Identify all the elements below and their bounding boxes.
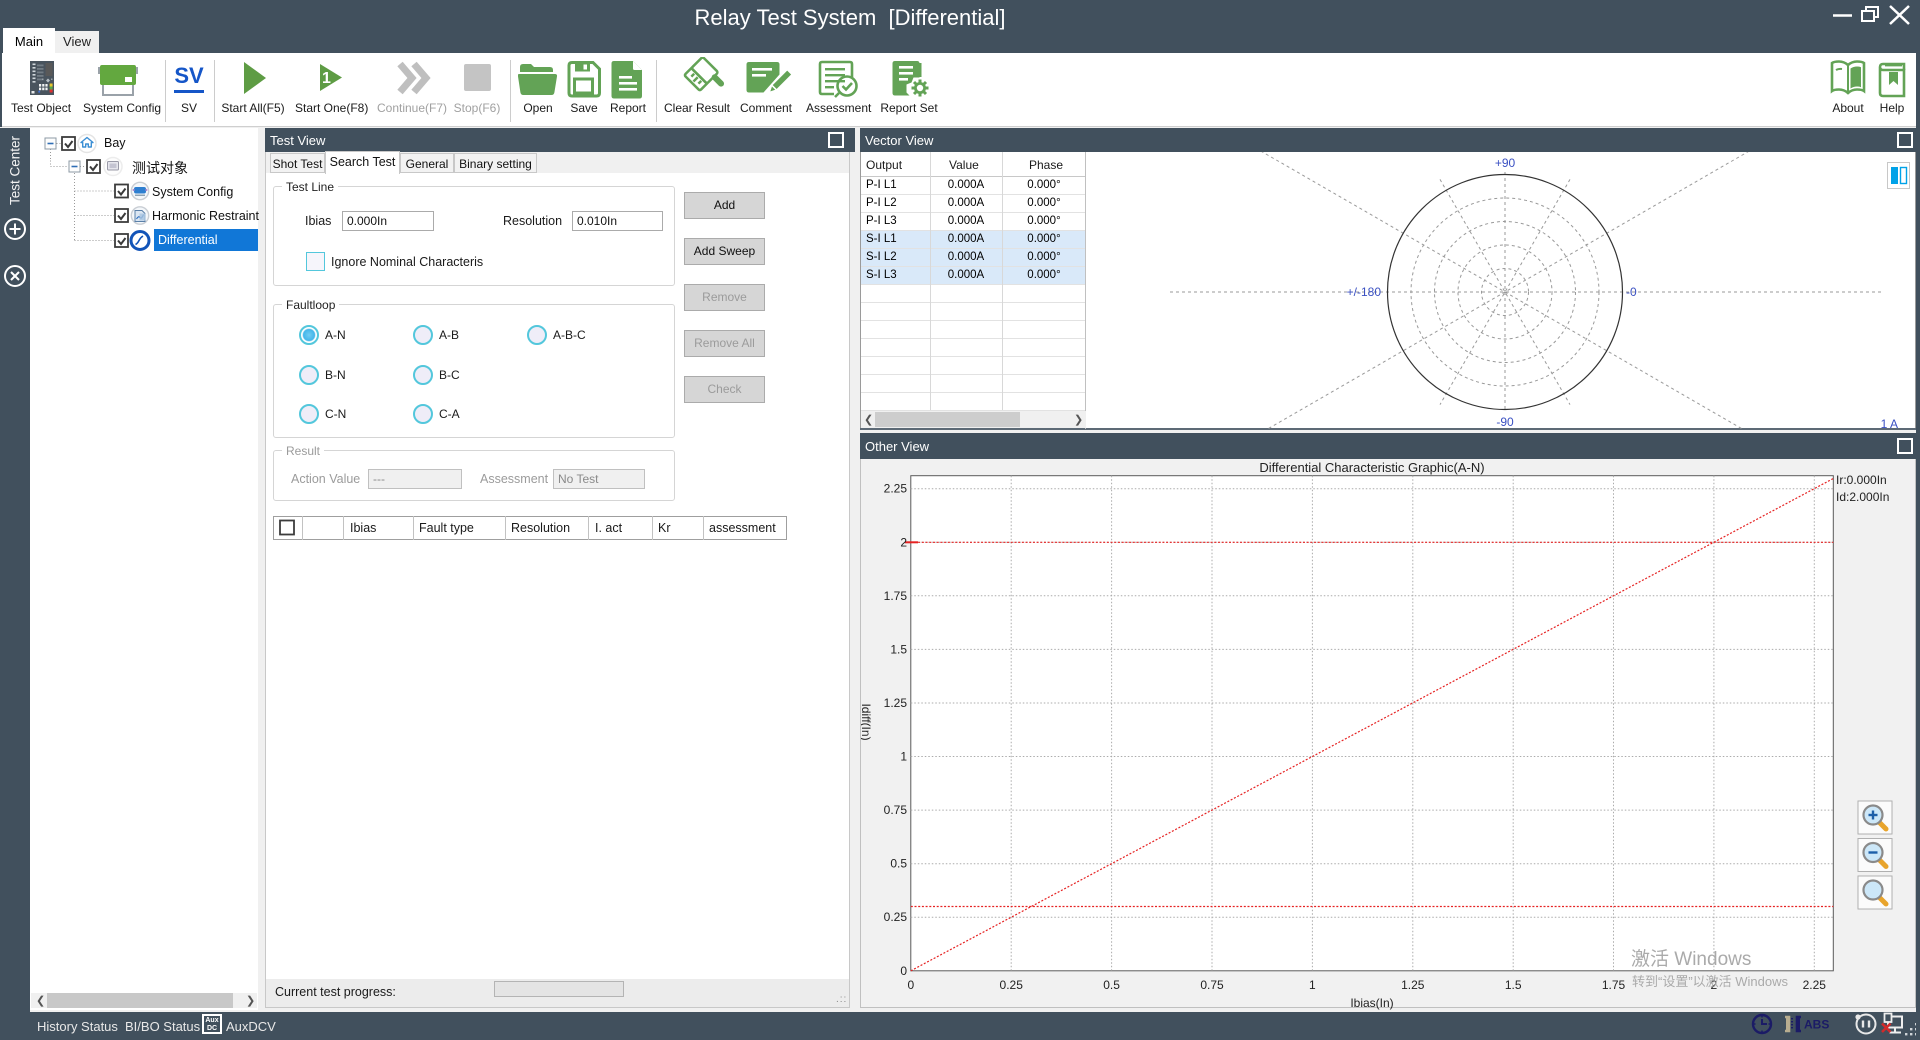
svg-text:+/-180: +/-180 [1347,285,1382,299]
svg-text:1: 1 [900,750,907,764]
svg-text:1.75: 1.75 [1602,978,1626,992]
svg-text:1: 1 [322,70,331,87]
svg-text:1.25: 1.25 [884,696,908,710]
svg-text:1.75: 1.75 [884,589,908,603]
svg-text:Ibias(In): Ibias(In) [1350,996,1393,1010]
svg-text:转到“设置”以激活 Windows: 转到“设置”以激活 Windows [1632,974,1789,989]
svg-text:0.5: 0.5 [890,857,907,871]
svg-text:Idiff(In): Idiff(In) [861,703,873,740]
svg-text:1: 1 [1309,978,1316,992]
svg-text:1.5: 1.5 [1505,978,1522,992]
svg-text:1.25: 1.25 [1401,978,1425,992]
svg-text:2: 2 [900,535,907,549]
svg-text:Ir:0.000In: Ir:0.000In [1836,473,1887,487]
svg-text:2.25: 2.25 [884,482,908,496]
svg-text:Id:2.000In: Id:2.000In [1836,490,1889,504]
svg-text:-90: -90 [1496,415,1514,429]
svg-text:0.25: 0.25 [1000,978,1024,992]
svg-text:0.75: 0.75 [884,803,908,817]
svg-text:1.5: 1.5 [890,642,907,656]
svg-text:0.75: 0.75 [1200,978,1224,992]
svg-text:0.5: 0.5 [1103,978,1120,992]
svg-text:ABS: ABS [1804,1018,1829,1032]
svg-text:-0: -0 [1626,285,1637,299]
svg-text:2.25: 2.25 [1803,978,1827,992]
svg-text:1 A: 1 A [1881,417,1898,429]
svg-text:0: 0 [907,978,914,992]
svg-text:0: 0 [900,964,907,978]
svg-text:0.25: 0.25 [884,910,908,924]
svg-text:Differential Characteristic Gr: Differential Characteristic Graphic(A-N) [1259,460,1484,475]
svg-text:+90: +90 [1495,156,1516,170]
svg-text:激活 Windows: 激活 Windows [1631,948,1751,970]
